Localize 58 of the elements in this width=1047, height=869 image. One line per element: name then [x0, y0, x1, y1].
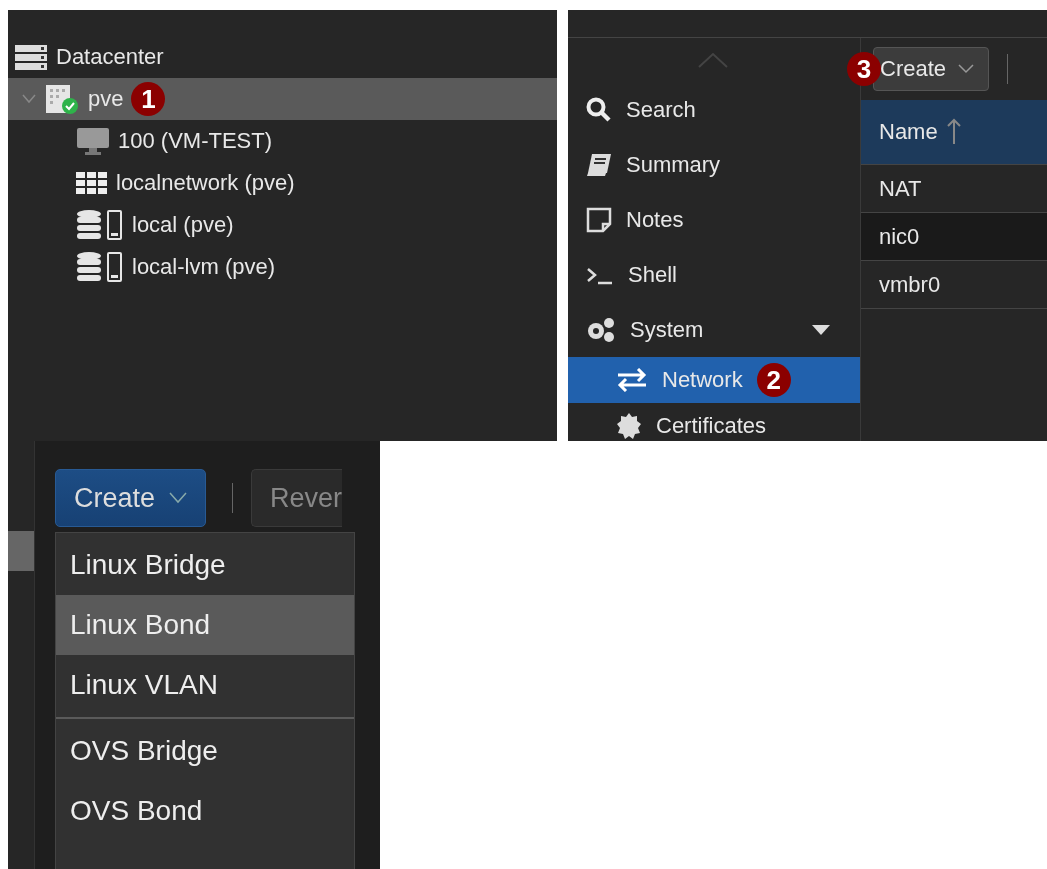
revert-button[interactable]: Rever — [251, 469, 343, 527]
nav-label: Certificates — [656, 413, 767, 439]
nav-label: Search — [626, 96, 696, 123]
chevron-down-icon — [169, 492, 188, 504]
table-row[interactable]: nic0 — [861, 213, 1047, 261]
table-row[interactable]: vmbr0 — [861, 261, 1047, 309]
tree-label: Datacenter — [56, 44, 164, 70]
nav-item[interactable]: Summary — [568, 137, 860, 192]
server-rack-icon — [14, 44, 48, 70]
building-check-icon — [44, 83, 80, 115]
number-marker: 3 — [847, 52, 881, 86]
tree-label: pve — [88, 86, 124, 112]
menu-item[interactable]: Linux VLAN — [56, 655, 354, 715]
tree-label: localnetwork (pve) — [116, 170, 295, 196]
tree-item[interactable]: pve 1 — [8, 78, 557, 120]
tree-item[interactable]: Datacenter — [8, 36, 557, 78]
tree-label: local (pve) — [132, 212, 234, 238]
caret-down-icon — [812, 323, 830, 336]
nav-label: Shell — [628, 261, 677, 288]
scrollbar-thumb[interactable] — [8, 531, 34, 571]
tree-item[interactable]: localnetwork (pve) — [8, 162, 557, 204]
search-icon — [586, 96, 612, 123]
column-header[interactable]: Name — [861, 100, 1047, 165]
number-marker: 1 — [131, 82, 166, 116]
create-button[interactable]: Create — [55, 469, 207, 527]
nav-item[interactable]: Network 2 — [568, 357, 860, 403]
nav-item[interactable]: Notes — [568, 192, 860, 247]
book-icon — [586, 152, 612, 177]
chevron-down-icon — [22, 94, 36, 104]
tree-label: local-lvm (pve) — [132, 254, 276, 280]
chevron-up-icon — [698, 52, 728, 68]
seal-icon — [616, 413, 642, 439]
nav-label: System — [630, 316, 704, 343]
nav-item[interactable]: Certificates — [568, 403, 860, 441]
tree-item[interactable]: local-lvm (pve) — [8, 246, 557, 288]
database-drive-icon — [76, 251, 124, 283]
number-marker: 2 — [756, 363, 791, 397]
swap-arrows-icon — [616, 368, 648, 392]
tree-item[interactable]: local (pve) — [8, 204, 557, 246]
database-drive-icon — [76, 209, 124, 241]
nav-item[interactable]: Shell — [568, 247, 860, 302]
menu-item[interactable]: Linux Bond — [56, 595, 354, 655]
nav-item[interactable]: System — [568, 302, 860, 357]
menu-item[interactable]: Linux Bridge — [56, 535, 354, 595]
note-icon — [586, 206, 612, 233]
grid-icon — [76, 172, 108, 194]
nav-label: Summary — [626, 151, 721, 178]
gears-icon — [586, 315, 616, 344]
nav-label: Network — [662, 367, 743, 393]
nav-label: Notes — [626, 206, 684, 233]
tree-item[interactable]: 100 (VM-TEST) — [8, 120, 557, 162]
column-label: Name — [879, 119, 938, 145]
monitor-icon — [76, 127, 110, 155]
chevron-down-icon — [958, 64, 975, 74]
menu-item[interactable]: OVS Bond — [56, 781, 354, 841]
menu-item[interactable]: OVS Bridge — [56, 721, 354, 781]
create-button[interactable]: Create — [873, 47, 990, 91]
tree-label: 100 (VM-TEST) — [118, 128, 273, 154]
